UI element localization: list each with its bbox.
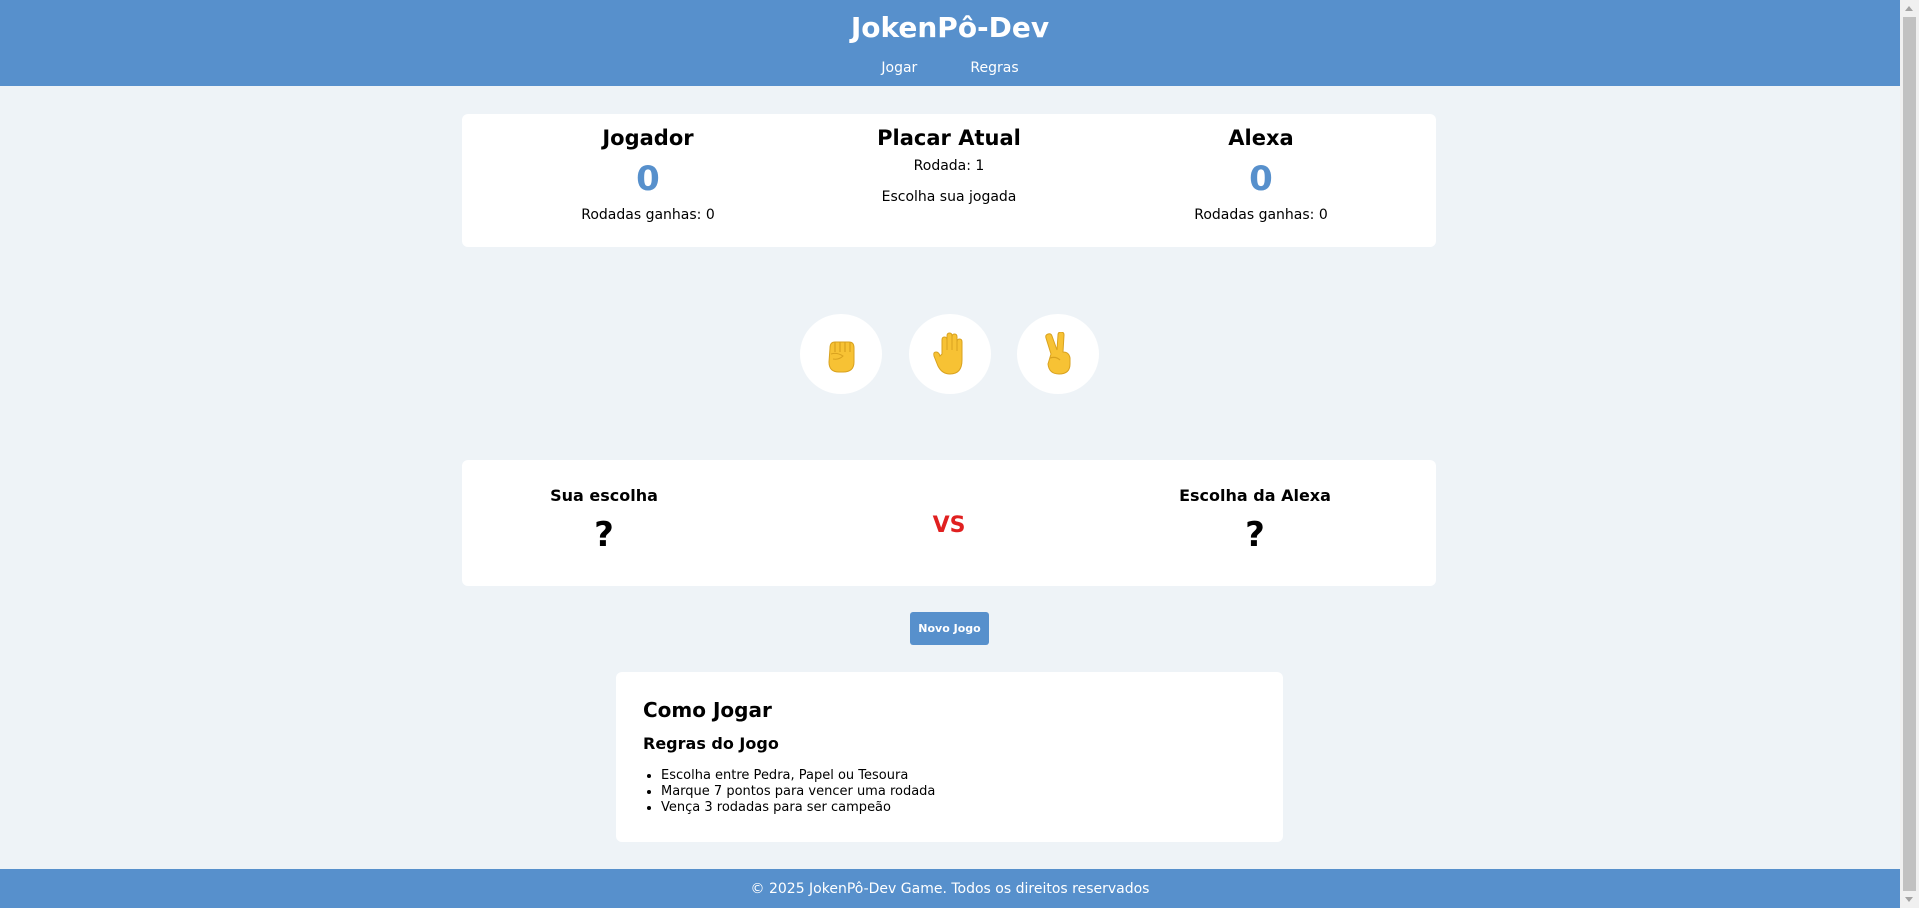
- opponent-rounds-won: Rodadas ganhas: 0: [1194, 207, 1328, 223]
- opponent-choice-label: Escolha da Alexa: [1179, 486, 1331, 505]
- scroll-down-icon[interactable]: [1905, 897, 1913, 902]
- nav-link-regras[interactable]: Regras: [970, 60, 1018, 76]
- scroll-up-icon[interactable]: [1905, 6, 1913, 11]
- open-hand-icon: [933, 332, 963, 375]
- scissors-button[interactable]: [1017, 314, 1099, 394]
- choice-buttons: [800, 314, 1100, 394]
- rules-list-item: Escolha entre Pedra, Papel ou Tesoura: [661, 768, 935, 784]
- current-score-title: Placar Atual: [877, 126, 1021, 150]
- main-nav: Jogar Regras: [0, 57, 1900, 76]
- site-footer: © 2025 JokenPô-Dev Game. Todos os direit…: [0, 869, 1900, 908]
- player-choice-label: Sua escolha: [550, 486, 658, 505]
- rock-button[interactable]: [800, 314, 882, 394]
- page: JokenPô-Dev Jogar Regras Jogador 0 Rodad…: [0, 0, 1900, 908]
- opponent-score-column: Alexa 0 Rodadas ganhas: 0: [1111, 126, 1411, 223]
- round-label: Rodada: 1: [913, 158, 985, 174]
- rules-list-item: Marque 7 pontos para vencer uma rodada: [661, 784, 935, 800]
- player-name: Jogador: [602, 126, 694, 150]
- versus-card: Sua escolha ? VS Escolha da Alexa ?: [462, 460, 1436, 586]
- footer-text: © 2025 JokenPô-Dev Game. Todos os direit…: [750, 881, 1150, 897]
- current-score-column: Placar Atual Rodada: 1 Escolha sua jogad…: [799, 126, 1099, 205]
- site-header: JokenPô-Dev Jogar Regras: [0, 0, 1900, 86]
- opponent-name: Alexa: [1228, 126, 1294, 150]
- victory-hand-icon: [1045, 332, 1071, 375]
- player-score-column: Jogador 0 Rodadas ganhas: 0: [498, 126, 798, 223]
- opponent-choice-panel: Escolha da Alexa ?: [1125, 486, 1385, 555]
- player-score: 0: [636, 159, 660, 199]
- rules-list-item: Vença 3 rodadas para ser campeão: [661, 800, 935, 816]
- nav-link-jogar[interactable]: Jogar: [881, 60, 917, 76]
- rules-subtitle: Regras do Jogo: [643, 734, 779, 753]
- scoreboard-card: Jogador 0 Rodadas ganhas: 0 Placar Atual…: [462, 114, 1436, 247]
- paper-button[interactable]: [909, 314, 991, 394]
- how-to-play-title: Como Jogar: [643, 698, 772, 722]
- vertical-scrollbar[interactable]: [1900, 0, 1919, 908]
- fist-icon: [828, 341, 855, 373]
- site-title: JokenPô-Dev: [850, 11, 1050, 44]
- scroll-thumb[interactable]: [1903, 17, 1916, 891]
- opponent-choice-value: ?: [1245, 515, 1265, 555]
- status-message: Escolha sua jogada: [881, 189, 1017, 205]
- player-rounds-won: Rodadas ganhas: 0: [581, 207, 715, 223]
- rules-list: Escolha entre Pedra, Papel ou Tesoura Ma…: [661, 768, 935, 816]
- opponent-score: 0: [1249, 159, 1273, 199]
- new-game-button[interactable]: Novo Jogo: [910, 612, 989, 645]
- how-to-play-card: Como Jogar Regras do Jogo Escolha entre …: [616, 672, 1283, 842]
